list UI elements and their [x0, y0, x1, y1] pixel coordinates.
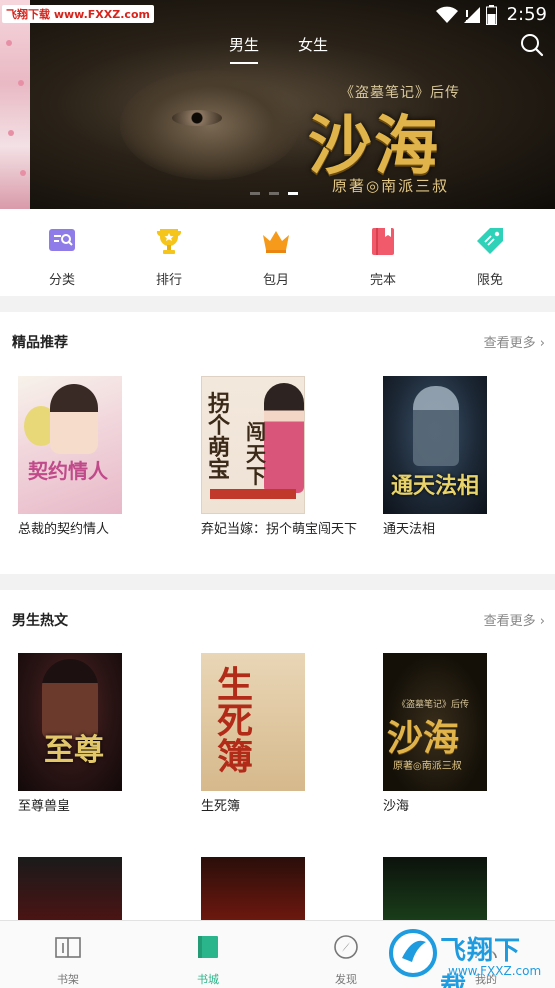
- cover-title: 沙海: [387, 717, 460, 759]
- banner-dot-active: [288, 192, 298, 195]
- book-cover: 至尊: [18, 653, 122, 791]
- book-cover: 《盗墓笔记》后传 沙海 原著◎南派三叔: [383, 653, 487, 791]
- see-more-label: 查看更多: [483, 336, 536, 351]
- category-icon: [49, 229, 75, 251]
- banner-dot: [269, 192, 279, 195]
- cover-author: 原著◎南派三叔: [393, 761, 462, 772]
- book-card[interactable]: 契约情人 总裁的契约情人: [18, 376, 168, 538]
- tag-icon: [477, 228, 503, 254]
- status-bar: 飞翔下载 www.FXXZ.com 2:59: [0, 0, 555, 30]
- book-cover: 拐个萌宝 闯天下: [201, 376, 305, 514]
- book-title: 总裁的契约情人: [18, 522, 110, 537]
- section-header: 精品推荐 查看更多 ›: [0, 312, 555, 368]
- banner-pagination: [250, 192, 298, 195]
- book-card[interactable]: 至尊 至尊兽皇: [18, 653, 168, 815]
- cover-band: [210, 489, 296, 499]
- book-cover: 生死簿: [201, 653, 305, 791]
- status-time: 2:59: [506, 4, 547, 25]
- banner-author: 原著◎南派三叔: [332, 177, 450, 195]
- book-card[interactable]: 《盗墓笔记》后传 沙海 原著◎南派三叔 沙海: [383, 653, 533, 815]
- banner-title: 沙海: [308, 109, 440, 184]
- nav-bookshelf[interactable]: 书架: [28, 933, 108, 987]
- cover-art: [413, 386, 459, 466]
- book-card[interactable]: 通天法相 通天法相: [383, 376, 533, 538]
- nav-label: 发现: [335, 973, 357, 986]
- cover-title-2: 闯天下: [246, 420, 266, 488]
- see-more-link[interactable]: 查看更多 ›: [484, 610, 545, 629]
- book-title: 生死簿: [201, 799, 241, 814]
- battery-icon: [485, 4, 497, 25]
- watermark-logo: 飞翔下载 www.FXXZ.com: [388, 924, 546, 988]
- gender-tabs: 男生 女生: [0, 32, 555, 64]
- section-title: 男生热文: [12, 613, 68, 629]
- category-bar: 分类 排行 包月 完本 限免: [0, 209, 555, 296]
- see-more-label: 查看更多: [483, 614, 536, 629]
- wifi-icon: [435, 6, 458, 23]
- cover-title: 至尊: [44, 733, 104, 768]
- trophy-icon: [156, 229, 182, 254]
- category-ranking[interactable]: 排行: [129, 225, 209, 288]
- bookstore-icon: [198, 936, 218, 958]
- crown-icon: [263, 231, 289, 253]
- cover-title: 通天法相: [391, 473, 480, 499]
- book-cover: 契约情人: [18, 376, 122, 514]
- category-free[interactable]: 限免: [450, 225, 530, 288]
- book-icon: [372, 228, 394, 255]
- book-cover: 通天法相: [383, 376, 487, 514]
- top-watermark: 飞翔下载 www.FXXZ.com: [2, 5, 154, 23]
- category-completed[interactable]: 完本: [343, 225, 423, 288]
- watermark-icon: [389, 929, 437, 977]
- section-featured: 精品推荐 查看更多 › 契约情人 总裁的契约情人 拐个萌宝 闯天下 弃妃当嫁：拐…: [0, 312, 555, 574]
- book-title: 弃妃当嫁：拐个萌宝闯天下: [201, 522, 358, 537]
- category-label: 包月: [262, 273, 289, 288]
- nav-label: 书城: [197, 973, 219, 986]
- chevron-right-icon: ›: [539, 336, 545, 351]
- category-label: 排行: [155, 273, 182, 288]
- section-title: 精品推荐: [12, 335, 68, 351]
- nav-discover[interactable]: 发现: [306, 933, 386, 987]
- search-button[interactable]: [519, 32, 545, 58]
- category-label: 完本: [369, 273, 396, 288]
- category-classify[interactable]: 分类: [22, 225, 102, 288]
- book-card[interactable]: 拐个萌宝 闯天下 弃妃当嫁：拐个萌宝闯天下: [201, 376, 357, 538]
- cover-title: 契约情人: [28, 459, 108, 483]
- category-monthly[interactable]: 包月: [236, 225, 316, 288]
- banner-dot: [250, 192, 260, 195]
- cover-title: 生死簿: [217, 664, 254, 778]
- banner-eye-art: [172, 110, 222, 126]
- book-title: 通天法相: [383, 522, 436, 537]
- category-label: 分类: [48, 273, 75, 288]
- nav-bookstore[interactable]: 书城: [168, 933, 248, 987]
- chevron-right-icon: ›: [539, 614, 545, 629]
- book-title: 沙海: [383, 799, 410, 814]
- bookshelf-icon: [55, 937, 81, 958]
- watermark-text: 飞翔下载: [440, 936, 522, 988]
- banner-artwork: [120, 70, 300, 180]
- see-more-link[interactable]: 查看更多 ›: [484, 332, 545, 351]
- signal-icon: [463, 6, 480, 23]
- watermark-url: www.FXXZ.com: [448, 964, 542, 978]
- book-card[interactable]: 生死簿 生死簿: [201, 653, 351, 815]
- cover-art: [264, 383, 304, 493]
- tab-female[interactable]: 女生: [298, 34, 328, 55]
- compass-icon: [334, 935, 358, 959]
- cover-title: 拐个萌宝: [208, 391, 231, 483]
- cover-art: [50, 384, 98, 454]
- tab-male[interactable]: 男生: [229, 34, 259, 64]
- category-label: 限免: [476, 273, 503, 288]
- nav-label: 书架: [57, 973, 79, 986]
- section-male-hot: 男生热文 查看更多 › 至尊 至尊兽皇 生死簿 生死簿 《盗墓笔记》后传 沙海 …: [0, 590, 555, 988]
- book-title: 至尊兽皇: [18, 799, 71, 814]
- section-header: 男生热文 查看更多 ›: [0, 590, 555, 646]
- search-icon: [521, 34, 544, 57]
